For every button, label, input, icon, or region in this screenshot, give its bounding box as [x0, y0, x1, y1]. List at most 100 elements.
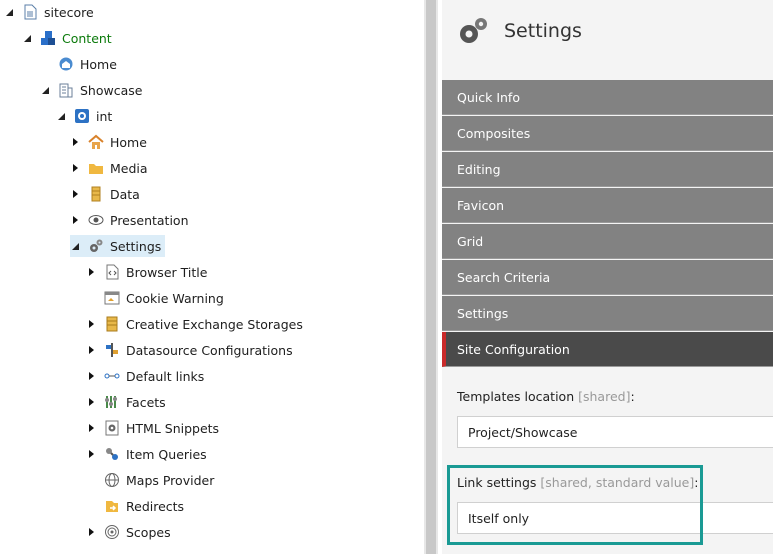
gears-icon: [88, 238, 104, 254]
tree-item-label: Showcase: [80, 82, 143, 98]
tree-item-label: int: [96, 108, 113, 124]
section-search-criteria[interactable]: Search Criteria: [442, 260, 773, 295]
queries-icon: [104, 446, 120, 462]
page-icon: [22, 4, 38, 20]
gears-icon: [457, 15, 489, 51]
collapse-arrow-icon[interactable]: [22, 33, 32, 43]
tree-item-int[interactable]: int: [56, 105, 112, 127]
tree-item-item-queries[interactable]: Item Queries: [86, 443, 207, 465]
site-icon: [74, 108, 90, 124]
expand-arrow-icon[interactable]: [70, 215, 80, 225]
datasource-icon: [104, 342, 120, 358]
templates-location-label: Templates location [shared]:: [457, 389, 635, 404]
code-file-icon: [104, 264, 120, 280]
database-icon: [88, 186, 104, 202]
tree-item-browser-title[interactable]: Browser Title: [86, 261, 207, 283]
tree-item-sitecore[interactable]: sitecore: [4, 1, 94, 23]
scope-icon: [104, 524, 120, 540]
tree-item-settings[interactable]: Settings: [70, 235, 166, 257]
label-colon: :: [630, 389, 635, 404]
tree-item-html-snippets[interactable]: HTML Snippets: [86, 417, 219, 439]
tree-item-content[interactable]: Content: [22, 27, 112, 49]
section-grid[interactable]: Grid: [442, 224, 773, 259]
tree-item-home-root[interactable]: Home: [40, 53, 117, 75]
tree-item-label: Datasource Configurations: [126, 342, 293, 358]
scrollbar-thumb[interactable]: [426, 0, 436, 554]
section-quick-info[interactable]: Quick Info: [442, 80, 773, 115]
field-hint: [shared]: [578, 389, 631, 404]
tree-item-home[interactable]: Home: [70, 131, 147, 153]
expand-arrow-icon[interactable]: [86, 449, 96, 459]
expand-arrow-icon[interactable]: [86, 423, 96, 433]
tree-item-facets[interactable]: Facets: [86, 391, 166, 413]
tree-item-label: Media: [110, 160, 148, 176]
section-site-configuration[interactable]: Site Configuration: [442, 332, 773, 367]
tree-item-label: Redirects: [126, 498, 185, 514]
tree-item-maps-provider[interactable]: Maps Provider: [86, 469, 214, 491]
tree-item-label: Scopes: [126, 524, 171, 540]
tree-item-label: sitecore: [44, 4, 94, 20]
expand-arrow-icon[interactable]: [70, 189, 80, 199]
section-editing[interactable]: Editing: [442, 152, 773, 187]
collapse-arrow-icon[interactable]: [40, 85, 50, 95]
expand-arrow-icon[interactable]: [86, 345, 96, 355]
tree-item-label: Browser Title: [126, 264, 208, 280]
cubes-icon: [40, 30, 56, 46]
collapse-arrow-icon[interactable]: [70, 241, 80, 251]
expand-arrow-icon[interactable]: [86, 267, 96, 277]
tree-scrollbar[interactable]: [424, 0, 438, 554]
eye-icon: [88, 212, 104, 228]
expand-arrow-icon[interactable]: [70, 163, 80, 173]
gear-doc-icon: [104, 420, 120, 436]
tree-item-label: Maps Provider: [126, 472, 215, 488]
section-favicon[interactable]: Favicon: [442, 188, 773, 223]
expand-arrow-icon[interactable]: [86, 319, 96, 329]
section-settings[interactable]: Settings: [442, 296, 773, 331]
tree-item-default-links[interactable]: Default links: [86, 365, 204, 387]
page-title: Settings: [504, 20, 582, 42]
tree-item-redirects[interactable]: Redirects: [86, 495, 184, 517]
tree-item-label: Home: [110, 134, 147, 150]
tree-item-datasource-configurations[interactable]: Datasource Configurations: [86, 339, 293, 361]
pane-header: Settings: [442, 0, 773, 78]
tree-item-scopes[interactable]: Scopes: [86, 521, 171, 543]
tree-item-presentation[interactable]: Presentation: [70, 209, 189, 231]
tree-item-creative-exchange-storages[interactable]: Creative Exchange Storages: [86, 313, 303, 335]
house-icon: [88, 134, 104, 150]
collapse-arrow-icon[interactable]: [56, 111, 66, 121]
folder-icon: [88, 160, 104, 176]
expand-arrow-icon[interactable]: [86, 527, 96, 537]
tree-item-data[interactable]: Data: [70, 183, 140, 205]
collapse-arrow-icon[interactable]: [4, 7, 14, 17]
expand-arrow-icon[interactable]: [86, 371, 96, 381]
tree-item-label: Creative Exchange Storages: [126, 316, 303, 332]
expand-arrow-icon[interactable]: [70, 137, 80, 147]
content-tree: sitecore Content Home Showcase int Home …: [0, 0, 424, 554]
tree-item-label: Home: [80, 56, 117, 72]
globe-icon: [104, 472, 120, 488]
expand-arrow-icon[interactable]: [86, 397, 96, 407]
window-icon: [104, 290, 120, 306]
tree-item-cookie-warning[interactable]: Cookie Warning: [86, 287, 224, 309]
tree-item-showcase[interactable]: Showcase: [40, 79, 142, 101]
tree-item-label: Presentation: [110, 212, 189, 228]
tree-item-label: HTML Snippets: [126, 420, 220, 436]
templates-location-field[interactable]: Project/Showcase: [457, 416, 773, 448]
section-composites[interactable]: Composites: [442, 116, 773, 151]
redirect-icon: [104, 498, 120, 514]
storage-icon: [104, 316, 120, 332]
facets-icon: [104, 394, 120, 410]
tree-item-label: Default links: [126, 368, 205, 384]
tree-item-label: Item Queries: [126, 446, 207, 462]
building-icon: [58, 82, 74, 98]
tree-item-media[interactable]: Media: [70, 157, 148, 179]
field-label-text: Templates location: [457, 389, 575, 404]
tree-item-label: Cookie Warning: [126, 290, 224, 306]
highlight-box: [447, 465, 703, 545]
tree-item-label: Settings: [110, 238, 162, 254]
home-globe-icon: [58, 56, 74, 72]
tree-item-label: Content: [62, 30, 112, 46]
